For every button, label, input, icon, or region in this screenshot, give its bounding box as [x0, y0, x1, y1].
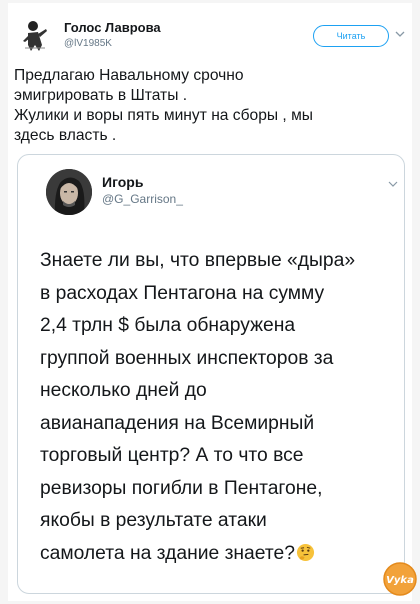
tweet-header: Голос Лаврова @lV1985K Читать — [8, 3, 412, 61]
svg-text:Vyka: Vyka — [386, 575, 414, 586]
tweet-card: Голос Лаврова @lV1985K Читать Предлагаю … — [8, 3, 417, 601]
watermark-logo: Vyka — [380, 559, 420, 599]
quoted-author-handle[interactable]: @G_Garrison_ — [102, 191, 183, 207]
quoted-author-avatar[interactable] — [46, 169, 92, 215]
quoted-tweet-text-block: Знаете ли вы, что впервые «дыра» в расхо… — [40, 245, 396, 570]
quoted-author-display-name[interactable]: Игорь — [102, 173, 183, 191]
tweet-text: Предлагаю Навальному срочно эмигрировать… — [14, 67, 314, 144]
quoted-chevron-down-icon[interactable] — [388, 179, 398, 189]
chevron-down-icon[interactable] — [394, 28, 406, 40]
author-display-name[interactable]: Голос Лаврова — [64, 20, 161, 35]
quoted-author-avatar-image — [46, 169, 92, 215]
thinking-face-icon — [296, 543, 314, 561]
author-avatar-image — [16, 15, 54, 53]
quoted-author-info: Игорь @G_Garrison_ — [102, 173, 183, 207]
author-avatar[interactable] — [16, 15, 54, 53]
quoted-tweet[interactable]: Игорь @G_Garrison_ Знаете ли вы, что впе… — [17, 154, 405, 594]
follow-button[interactable]: Читать — [313, 25, 389, 47]
author-info: Голос Лаврова @lV1985K — [64, 20, 161, 51]
quoted-tweet-text: Знаете ли вы, что впервые «дыра» в расхо… — [40, 250, 356, 564]
watermark-badge: Vyka — [383, 562, 417, 596]
author-handle[interactable]: @lV1985K — [64, 37, 161, 51]
